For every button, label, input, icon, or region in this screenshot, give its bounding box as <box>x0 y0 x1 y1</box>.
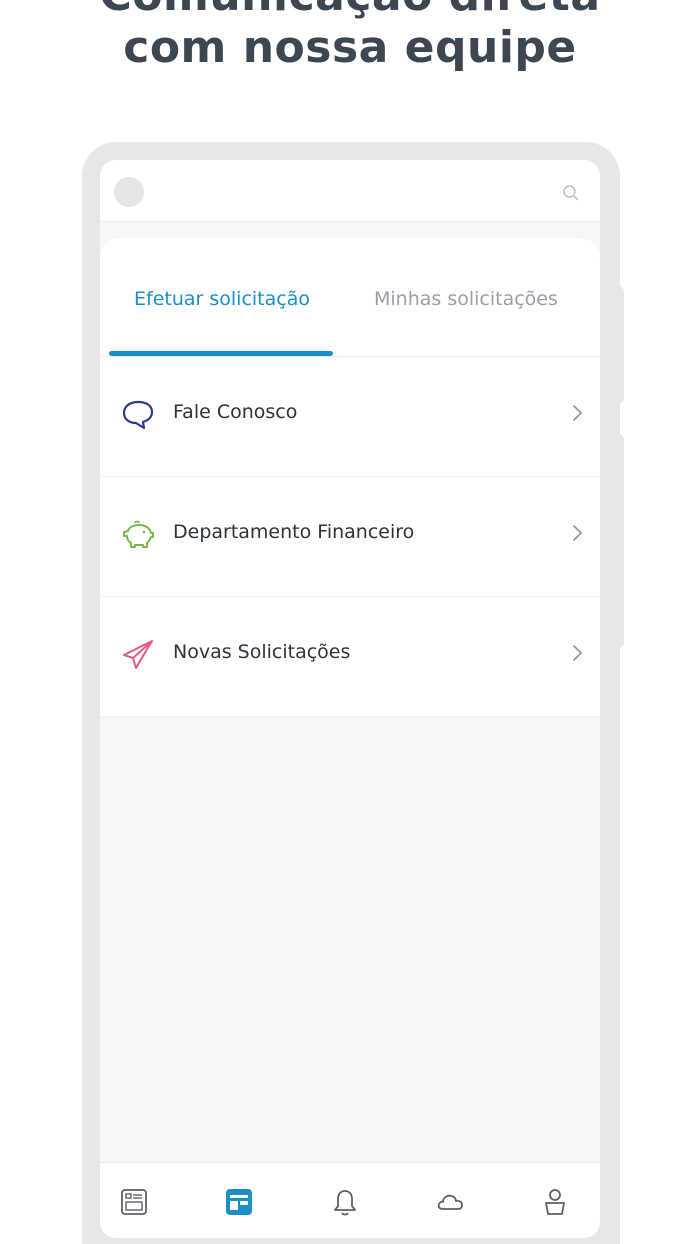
menu-item-label: Fale Conosco <box>173 401 298 423</box>
chat-bubble-icon <box>122 400 154 430</box>
profile-icon[interactable] <box>540 1187 570 1217</box>
app-screen: Efetuar solicitação Minhas solicitações … <box>100 160 600 1238</box>
menu-item-label: Novas Solicitações <box>173 641 351 663</box>
chevron-right-icon <box>573 645 582 661</box>
requests-card: Efetuar solicitação Minhas solicitações … <box>100 238 600 717</box>
chevron-right-icon <box>573 405 582 421</box>
search-icon[interactable] <box>562 184 580 202</box>
requests-icon[interactable] <box>224 1187 254 1217</box>
tab-minhas-solicitacoes[interactable]: Minhas solicitações <box>374 284 558 314</box>
promo-headline-line2: com nossa equipe <box>123 22 577 73</box>
phone-side-button-bottom <box>615 434 624 648</box>
bottom-navigation <box>100 1162 600 1238</box>
chevron-right-icon <box>573 525 582 541</box>
phone-side-button-top <box>615 286 624 404</box>
news-icon[interactable] <box>119 1187 149 1217</box>
tab-efetuar-solicitacao[interactable]: Efetuar solicitação <box>134 284 310 314</box>
paper-plane-icon <box>123 640 153 669</box>
menu-item-novas-solicitacoes[interactable]: Novas Solicitações <box>100 597 600 717</box>
app-header <box>100 160 600 222</box>
promo-headline-line1: Comunicação direta <box>0 0 700 21</box>
menu-item-label: Departamento Financeiro <box>173 521 415 543</box>
cloud-icon[interactable] <box>435 1187 465 1217</box>
menu-item-departamento-financeiro[interactable]: Departamento Financeiro <box>100 477 600 597</box>
piggy-bank-icon <box>123 520 154 548</box>
menu-item-fale-conosco[interactable]: Fale Conosco <box>100 357 600 477</box>
avatar[interactable] <box>114 177 144 207</box>
bell-icon[interactable] <box>330 1187 360 1217</box>
